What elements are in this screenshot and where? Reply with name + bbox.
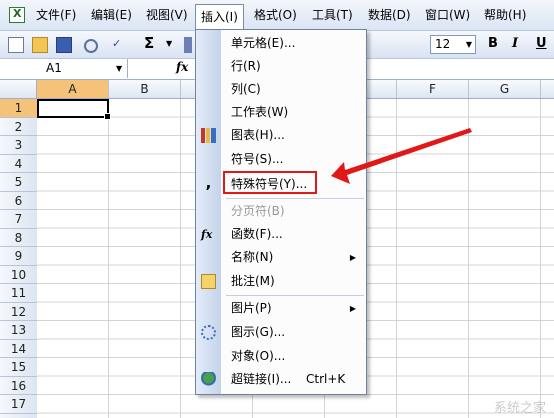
watermark: 系统之家 <box>493 401 546 416</box>
annotation-arrow-icon <box>331 128 472 184</box>
